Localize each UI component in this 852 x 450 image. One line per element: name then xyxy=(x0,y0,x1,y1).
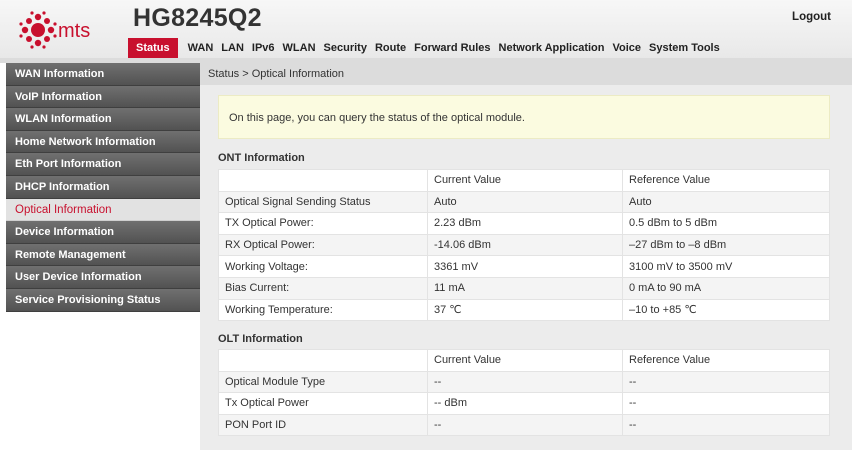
menu-ipv6[interactable]: IPv6 xyxy=(248,38,279,58)
breadcrumb: Status > Optical Information xyxy=(208,68,345,80)
olt-info-table: Current Value Reference Value Optical Mo… xyxy=(218,349,830,437)
table-row: TX Optical Power: 2.23 dBm 0.5 dBm to 5 … xyxy=(218,212,830,235)
sidebar-item-eth-port-information[interactable]: Eth Port Information xyxy=(6,153,200,176)
sidebar-item-service-provisioning-status[interactable]: Service Provisioning Status xyxy=(6,288,200,312)
main-content: On this page, you can query the status o… xyxy=(200,85,852,450)
mts-logo: mts xyxy=(19,11,90,49)
current-value: -- xyxy=(427,413,623,437)
logout-link[interactable]: Logout xyxy=(792,11,831,23)
menu-wan[interactable]: WAN xyxy=(184,38,218,58)
row-label: TX Optical Power: xyxy=(218,212,428,235)
menu-system-tools[interactable]: System Tools xyxy=(645,38,724,58)
device-title: HG8245Q2 xyxy=(133,4,262,32)
menu-route[interactable]: Route xyxy=(371,38,410,58)
page-description-note: On this page, you can query the status o… xyxy=(218,95,830,139)
table-header-row: Current Value Reference Value xyxy=(218,349,830,372)
table-header-cell: Reference Value xyxy=(622,349,830,372)
sidebar-item-remote-management[interactable]: Remote Management xyxy=(6,243,200,267)
sidebar: WAN Information VoIP Information WLAN In… xyxy=(6,63,200,312)
current-value: -- xyxy=(427,370,623,394)
top-menu: Status WAN LAN IPv6 WLAN Security Route … xyxy=(128,38,724,58)
reference-value: –27 dBm to –8 dBm xyxy=(622,233,830,257)
reference-value: 0.5 dBm to 5 dBm xyxy=(622,212,830,235)
row-label: Bias Current: xyxy=(218,276,428,300)
table-header-cell: Current Value xyxy=(427,169,623,192)
current-value: -14.06 dBm xyxy=(427,233,623,257)
row-label: Tx Optical Power xyxy=(218,392,428,415)
table-row: Tx Optical Power -- dBm -- xyxy=(218,392,830,415)
table-row: Optical Signal Sending Status Auto Auto xyxy=(218,190,830,214)
menu-lan[interactable]: LAN xyxy=(217,38,248,58)
table-header-cell: Current Value xyxy=(427,349,623,372)
sidebar-item-optical-information[interactable]: Optical Information xyxy=(6,198,200,222)
current-value: 37 ℃ xyxy=(427,298,623,322)
reference-value: Auto xyxy=(622,190,830,214)
current-value: 11 mA xyxy=(427,276,623,300)
reference-value: -- xyxy=(622,392,830,415)
row-label: Optical Signal Sending Status xyxy=(218,190,428,214)
table-header-row: Current Value Reference Value xyxy=(218,169,830,192)
row-label: Working Voltage: xyxy=(218,255,428,278)
sidebar-item-wan-information[interactable]: WAN Information xyxy=(6,63,200,86)
table-row: Working Voltage: 3361 mV 3100 mV to 3500… xyxy=(218,255,830,278)
menu-status[interactable]: Status xyxy=(128,38,178,58)
menu-network-application[interactable]: Network Application xyxy=(495,38,609,58)
reference-value: -- xyxy=(622,370,830,394)
menu-forward-rules[interactable]: Forward Rules xyxy=(410,38,494,58)
svg-text:mts: mts xyxy=(58,20,90,42)
menu-wlan[interactable]: WLAN xyxy=(279,38,320,58)
current-value: 2.23 dBm xyxy=(427,212,623,235)
current-value: -- dBm xyxy=(427,392,623,415)
row-label: Working Temperature: xyxy=(218,298,428,322)
current-value: 3361 mV xyxy=(427,255,623,278)
row-label: PON Port ID xyxy=(218,413,428,437)
breadcrumb-bar: Status > Optical Information xyxy=(200,63,852,85)
ont-info-table: Current Value Reference Value Optical Si… xyxy=(218,169,830,322)
table-row: Bias Current: 11 mA 0 mA to 90 mA xyxy=(218,276,830,300)
reference-value: –10 to +85 ℃ xyxy=(622,298,830,322)
current-value: Auto xyxy=(427,190,623,214)
table-row: Working Temperature: 37 ℃ –10 to +85 ℃ xyxy=(218,298,830,322)
sidebar-item-device-information[interactable]: Device Information xyxy=(6,221,200,244)
menu-voice[interactable]: Voice xyxy=(608,38,645,58)
row-label: Optical Module Type xyxy=(218,370,428,394)
menu-security[interactable]: Security xyxy=(320,38,371,58)
table-header-cell xyxy=(218,169,428,192)
table-header-cell: Reference Value xyxy=(622,169,830,192)
sidebar-item-home-network-information[interactable]: Home Network Information xyxy=(6,130,200,154)
sidebar-item-voip-information[interactable]: VoIP Information xyxy=(6,85,200,109)
table-row: RX Optical Power: -14.06 dBm –27 dBm to … xyxy=(218,233,830,257)
row-label: RX Optical Power: xyxy=(218,233,428,257)
olt-section-title: OLT Information xyxy=(218,333,303,345)
reference-value: -- xyxy=(622,413,830,437)
header-bar: mts HG8245Q2 Logout Status WAN LAN IPv6 … xyxy=(0,0,852,63)
reference-value: 0 mA to 90 mA xyxy=(622,276,830,300)
sidebar-item-user-device-information[interactable]: User Device Information xyxy=(6,266,200,289)
sidebar-item-dhcp-information[interactable]: DHCP Information xyxy=(6,175,200,199)
sidebar-item-wlan-information[interactable]: WLAN Information xyxy=(6,108,200,131)
ont-section-title: ONT Information xyxy=(218,152,305,164)
reference-value: 3100 mV to 3500 mV xyxy=(622,255,830,278)
table-row: PON Port ID -- -- xyxy=(218,413,830,437)
table-row: Optical Module Type -- -- xyxy=(218,370,830,394)
table-header-cell xyxy=(218,349,428,372)
